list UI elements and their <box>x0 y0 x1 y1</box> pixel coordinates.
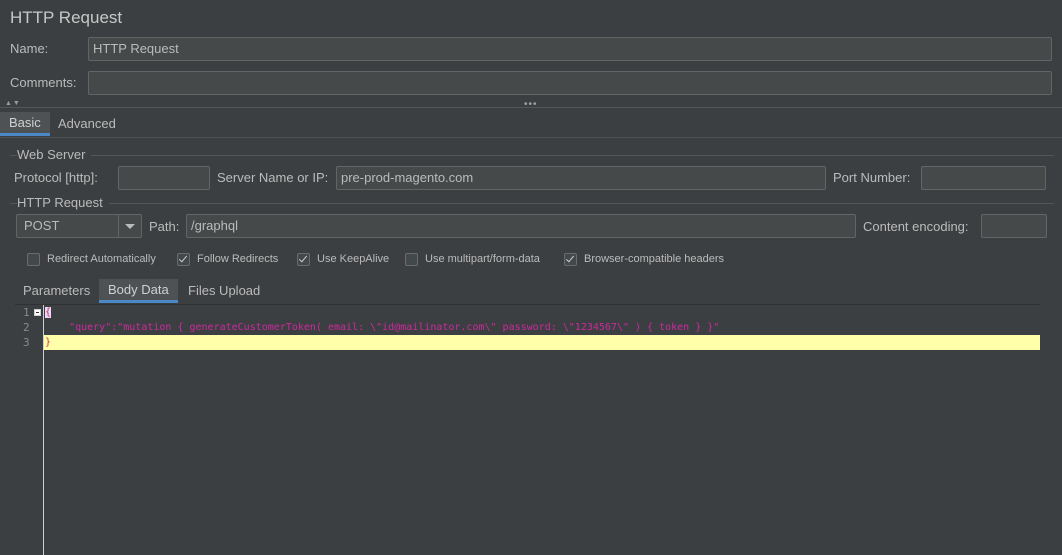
checkbox-box[interactable] <box>177 252 190 266</box>
splitter-divider <box>0 107 1062 108</box>
follow-redirects-checkbox[interactable]: Follow Redirects <box>177 251 278 267</box>
collapse-arrows-icon[interactable]: ▲▼ <box>5 100 21 107</box>
checkbox-box[interactable] <box>27 252 40 266</box>
name-field[interactable]: HTTP Request <box>88 37 1052 61</box>
tab-strip-divider <box>0 137 1062 138</box>
line-number: 1 <box>23 306 30 319</box>
line-number: 3 <box>23 336 30 349</box>
code-line-2: "query":"mutation { generateCustomerToke… <box>45 322 720 333</box>
checkbox-box[interactable] <box>297 252 310 266</box>
checkbox-label: Use multipart/form-data <box>425 253 540 265</box>
method-select-value: POST <box>24 218 60 233</box>
checkbox-label: Redirect Automatically <box>47 253 156 265</box>
line-number: 2 <box>23 321 30 334</box>
checkbox-label: Follow Redirects <box>197 253 279 265</box>
line-number-gutter: 1 2 3 <box>15 305 44 555</box>
server-name-label: Server Name or IP: <box>217 170 329 185</box>
use-multipart-checkbox[interactable]: Use multipart/form-data <box>405 251 540 267</box>
redirect-automatically-checkbox[interactable]: Redirect Automatically <box>27 251 156 267</box>
tab-files-upload[interactable]: Files Upload <box>179 279 269 303</box>
tab-parameters[interactable]: Parameters <box>14 279 99 303</box>
method-select[interactable]: POST <box>16 214 142 238</box>
path-field[interactable]: /graphql <box>186 214 856 238</box>
http-request-group-title: HTTP Request <box>17 195 109 210</box>
web-server-group-title: Web Server <box>17 147 92 162</box>
code-line-3: } <box>45 337 52 348</box>
content-encoding-field[interactable] <box>981 214 1047 238</box>
checkbox-label: Browser-compatible headers <box>584 253 725 265</box>
method-dropdown-button[interactable] <box>118 215 141 237</box>
tab-advanced[interactable]: Advanced <box>49 112 125 136</box>
tab-body-data[interactable]: Body Data <box>99 279 178 303</box>
checkbox-label: Use KeepAlive <box>317 253 390 265</box>
browser-compatible-headers-checkbox[interactable]: Browser-compatible headers <box>564 251 724 267</box>
port-number-field[interactable] <box>921 166 1046 190</box>
checkbox-box[interactable] <box>564 252 577 266</box>
name-label: Name: <box>10 41 49 56</box>
checkbox-box[interactable] <box>405 252 418 266</box>
web-server-group-line <box>10 155 1054 156</box>
fold-toggle-icon[interactable] <box>34 309 41 316</box>
splitter-handle-icon[interactable]: ••• <box>524 99 538 110</box>
current-line-highlight <box>44 335 1040 350</box>
http-request-panel: HTTP Request Name: HTTP Request Comments… <box>0 0 1062 555</box>
tab-basic[interactable]: Basic <box>0 112 50 136</box>
content-encoding-label: Content encoding: <box>863 219 969 234</box>
chevron-down-icon <box>125 224 135 229</box>
port-number-label: Port Number: <box>833 170 911 185</box>
http-request-group-line <box>10 203 1054 204</box>
use-keepalive-checkbox[interactable]: Use KeepAlive <box>297 251 389 267</box>
path-label: Path: <box>149 219 180 234</box>
protocol-label: Protocol [http]: <box>14 170 98 185</box>
comments-field[interactable] <box>88 71 1052 95</box>
code-line-1: { <box>45 307 52 318</box>
protocol-field[interactable] <box>118 166 210 190</box>
panel-title: HTTP Request <box>10 8 123 27</box>
comments-label: Comments: <box>10 75 77 90</box>
server-name-field[interactable]: pre-prod-magento.com <box>336 166 826 190</box>
body-data-editor[interactable]: 1 2 3 { "query":"mutation { generateCust… <box>15 304 1040 555</box>
